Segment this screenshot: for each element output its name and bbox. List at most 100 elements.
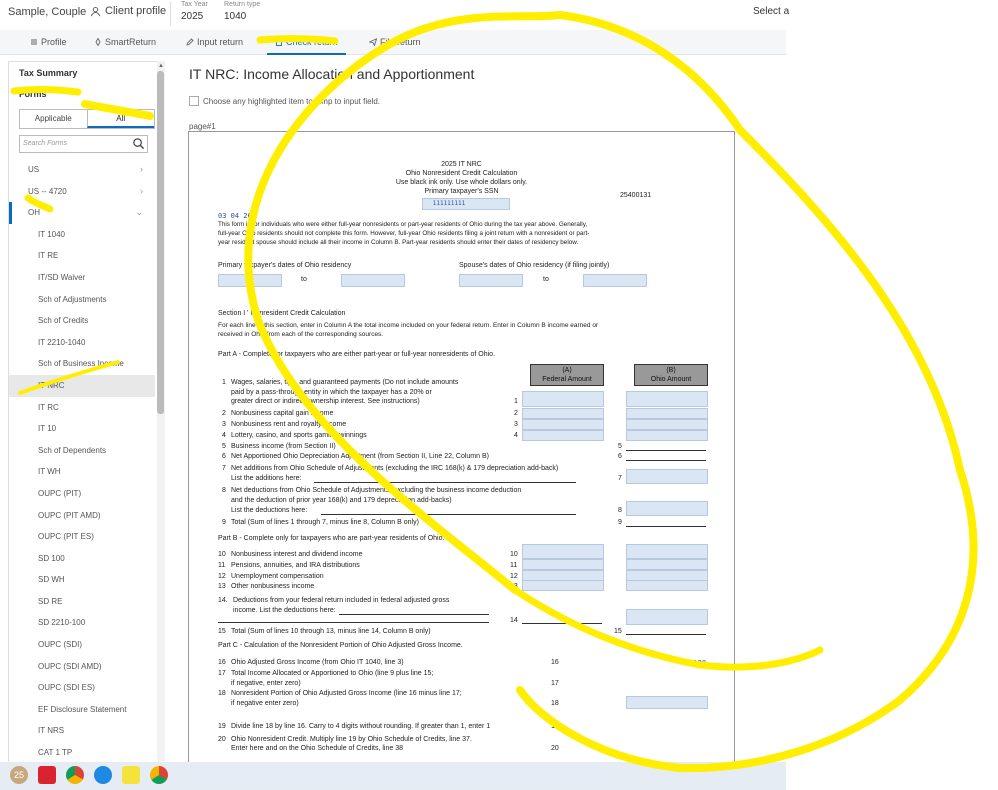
line-10-ref: 10: [510, 551, 518, 558]
line-13-col-b[interactable]: [626, 580, 708, 591]
tab-smartreturn[interactable]: SmartReturn: [94, 37, 156, 47]
line-11-col-a[interactable]: [522, 559, 604, 570]
line-5-number: 5: [222, 443, 226, 450]
line-2-col-b[interactable]: [626, 408, 708, 419]
line-16-ref: 16: [551, 659, 559, 666]
forms-heading[interactable]: Forms: [19, 89, 47, 99]
sidebar-scroll-thumb[interactable]: [157, 71, 164, 414]
sidebar-item[interactable]: Sch of Adjustments: [9, 289, 155, 311]
spouse-date-from-field[interactable]: [459, 274, 523, 287]
intro-line-3: year resident spouse should include all …: [218, 239, 579, 246]
scroll-up-arrow-icon[interactable]: ▲: [158, 63, 164, 69]
sidebar-item[interactable]: SD WH: [9, 569, 155, 591]
line-11-ref: 11: [510, 562, 518, 569]
sidebar-item[interactable]: CAT 1 TP: [9, 742, 155, 762]
sidebar-item[interactable]: IT RE: [9, 245, 155, 267]
line-10-col-b[interactable]: [626, 544, 708, 559]
column-a-header: (A) Federal Amount: [530, 364, 604, 386]
tax-summary-link[interactable]: Tax Summary: [19, 68, 77, 78]
sidebar-item[interactable]: US ›: [9, 159, 155, 181]
line-1-ref: 1: [514, 398, 518, 405]
line-3-number: 3: [222, 421, 226, 428]
chrome-icon[interactable]: [66, 766, 84, 784]
sticky-notes-icon[interactable]: [122, 766, 140, 784]
line-13-col-a[interactable]: [522, 580, 604, 591]
select-action-text[interactable]: Select a: [753, 6, 789, 17]
sidebar-item[interactable]: OUPC (PIT ES): [9, 526, 155, 548]
filter-applicable-button[interactable]: Applicable: [20, 110, 87, 128]
sidebar-item[interactable]: SD 100: [9, 548, 155, 570]
to-label-1: to: [301, 276, 307, 283]
client-name[interactable]: Sample, Couple: [8, 6, 86, 18]
sidebar-item-label: CAT 1 TP: [38, 748, 73, 758]
line-19-text: Divide line 18 by line 16. Carry to 4 di…: [231, 723, 491, 730]
line-20-text-a: Ohio Nonresident Credit. Multiply line 1…: [231, 736, 472, 743]
line-6-text: Net Apportioned Ohio Depreciation Adjust…: [231, 453, 489, 460]
app-red-icon[interactable]: [38, 766, 56, 784]
line-11-col-b[interactable]: [626, 559, 708, 570]
line-3-col-b[interactable]: [626, 419, 708, 430]
chrome-profile-icon[interactable]: [150, 766, 168, 784]
date-code: 03 04 26: [218, 212, 252, 220]
sidebar-item[interactable]: Sch of Business Income: [9, 353, 155, 375]
sidebar-item[interactable]: US -- 4720 ›: [9, 181, 155, 203]
sidebar-item[interactable]: OUPC (PIT AMD): [9, 505, 155, 527]
sidebar-item[interactable]: IT WH: [9, 461, 155, 483]
line-7-number: 7: [222, 465, 226, 472]
sidebar-item-label: Sch of Dependents: [38, 445, 107, 455]
line-4-col-a[interactable]: [522, 430, 604, 441]
sidebar-item[interactable]: IT 10: [9, 418, 155, 440]
client-profile-link[interactable]: Client profile: [90, 5, 166, 17]
sidebar-item[interactable]: SD 2210-100: [9, 612, 155, 634]
sidebar-item[interactable]: IT 1040: [9, 224, 155, 246]
tab-file-return[interactable]: File return: [369, 37, 421, 47]
sidebar-item-label: SD 100: [38, 553, 65, 563]
sidebar-item[interactable]: OUPC (SDI ES): [9, 677, 155, 699]
sidebar-item[interactable]: OH ⌄: [9, 202, 155, 224]
jump-checkbox[interactable]: [189, 96, 199, 106]
sidebar-item[interactable]: OUPC (SDI AMD): [9, 656, 155, 678]
sidebar-item-label: US: [28, 165, 40, 174]
edge-icon[interactable]: [94, 766, 112, 784]
tab-input-return[interactable]: Input return: [186, 37, 243, 47]
line-10-col-a[interactable]: [522, 544, 604, 559]
line-16-value[interactable]: 66128: [685, 659, 706, 667]
line-8-col-b[interactable]: [626, 501, 708, 516]
sidebar-item[interactable]: EF Disclosure Statement: [9, 699, 155, 721]
line-2-col-a[interactable]: [522, 408, 604, 419]
line-1-text-c: greater direct or indirect ownership int…: [231, 398, 420, 405]
line-6-number: 6: [222, 453, 226, 460]
line-4-col-b[interactable]: [626, 430, 708, 441]
sidebar-item[interactable]: IT 2210-1040: [9, 332, 155, 354]
line-3-col-a[interactable]: [522, 419, 604, 430]
sidebar-item[interactable]: IT NRS: [9, 720, 155, 742]
weather-badge-icon[interactable]: 25: [10, 766, 28, 784]
search-icon[interactable]: [132, 137, 145, 150]
jump-to-input-option[interactable]: Choose any highlighted item to jump to i…: [189, 96, 380, 106]
line-7-col-b[interactable]: [626, 469, 708, 484]
sidebar-item[interactable]: OUPC (PIT): [9, 483, 155, 505]
sidebar-item[interactable]: IT/SD Waiver: [9, 267, 155, 289]
line-14-col-b[interactable]: [626, 609, 708, 625]
sidebar-item[interactable]: IT RC: [9, 397, 155, 419]
line-1-col-a[interactable]: [522, 391, 604, 407]
sidebar-item[interactable]: Sch of Dependents: [9, 440, 155, 462]
sidebar-item[interactable]: OUPC (SDI): [9, 634, 155, 656]
sidebar-item[interactable]: Sch of Credits: [9, 310, 155, 332]
tab-profile[interactable]: Profile: [30, 37, 67, 47]
chevron-right-icon[interactable]: ›: [140, 159, 143, 181]
filter-all-button[interactable]: All: [86, 110, 154, 128]
search-forms-input[interactable]: Search Forms: [19, 135, 148, 153]
column-b-title: Ohio Amount: [650, 376, 692, 383]
primary-date-from-field[interactable]: [218, 274, 282, 287]
tab-check-return[interactable]: Check return: [267, 37, 346, 55]
line-1-col-b[interactable]: [626, 391, 708, 407]
primary-date-to-field[interactable]: [341, 274, 405, 287]
chevron-down-icon[interactable]: ⌄: [135, 202, 143, 224]
chevron-right-icon[interactable]: ›: [140, 181, 143, 203]
sidebar-item[interactable]: SD RE: [9, 591, 155, 613]
line-18-col-b[interactable]: [626, 696, 708, 709]
sidebar-item[interactable]: IT NRC: [9, 374, 155, 397]
line-8-text-b: and the deduction of prior year 168(k) a…: [231, 497, 452, 504]
spouse-date-to-field[interactable]: [583, 274, 647, 287]
